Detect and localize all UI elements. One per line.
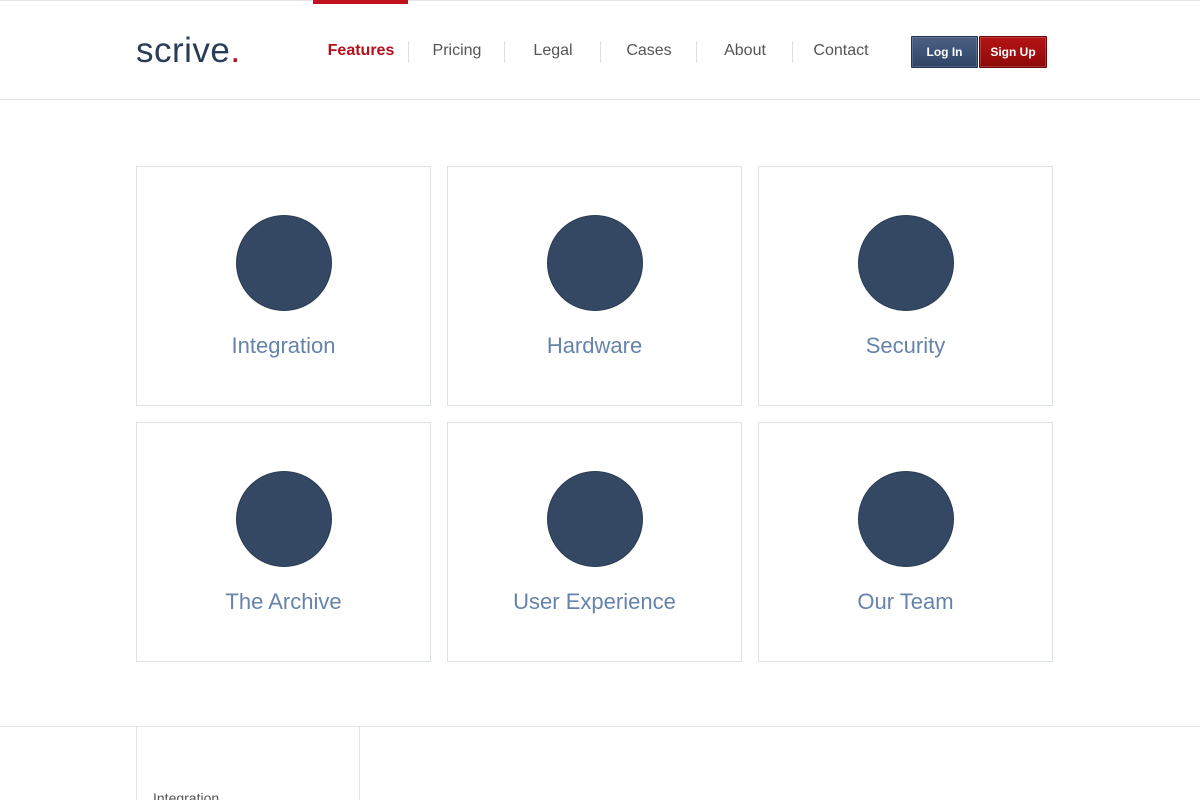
scrive-logo[interactable]: scrive. (136, 31, 241, 71)
nav-about[interactable]: About (696, 1, 793, 101)
main-nav: Features Pricing Legal Cases About Conta… (313, 0, 889, 101)
feature-card-security[interactable]: Security (758, 166, 1053, 406)
signup-button[interactable]: Sign Up (979, 36, 1047, 68)
feature-subnav: Integration (136, 727, 360, 800)
feature-card-hardware[interactable]: Hardware (447, 166, 742, 406)
our-team-icon (858, 471, 954, 567)
feature-card-user-experience[interactable]: User Experience (447, 422, 742, 662)
page: scrive. Features Pricing Legal Cases Abo… (0, 0, 1200, 800)
login-button[interactable]: Log In (911, 36, 978, 68)
feature-card-archive[interactable]: The Archive (136, 422, 431, 662)
feature-card-title: The Archive (225, 589, 342, 614)
feature-card-title: Hardware (546, 333, 643, 358)
site-header: scrive. Features Pricing Legal Cases Abo… (0, 0, 1200, 100)
nav-legal[interactable]: Legal (504, 1, 601, 101)
hardware-icon (547, 215, 643, 311)
feature-card-title: Integration (231, 333, 336, 358)
nav-contact[interactable]: Contact (792, 1, 889, 101)
nav-pricing[interactable]: Pricing (408, 1, 505, 101)
nav-cases[interactable]: Cases (600, 1, 697, 101)
logo-dot: . (230, 31, 241, 70)
integration-icon (236, 215, 332, 311)
nav-features[interactable]: Features (313, 0, 409, 101)
feature-card-our-team[interactable]: Our Team (758, 422, 1053, 662)
archive-icon (236, 471, 332, 567)
security-icon (858, 215, 954, 311)
logo-text: scrive (136, 31, 231, 70)
feature-card-title: Security (865, 333, 946, 358)
feature-card-integration[interactable]: Integration (136, 166, 431, 406)
feature-card-title: Our Team (857, 589, 954, 614)
feature-card-title: User Experience (513, 589, 676, 614)
subnav-item-integration[interactable]: Integration (153, 790, 219, 800)
user-experience-icon (547, 471, 643, 567)
